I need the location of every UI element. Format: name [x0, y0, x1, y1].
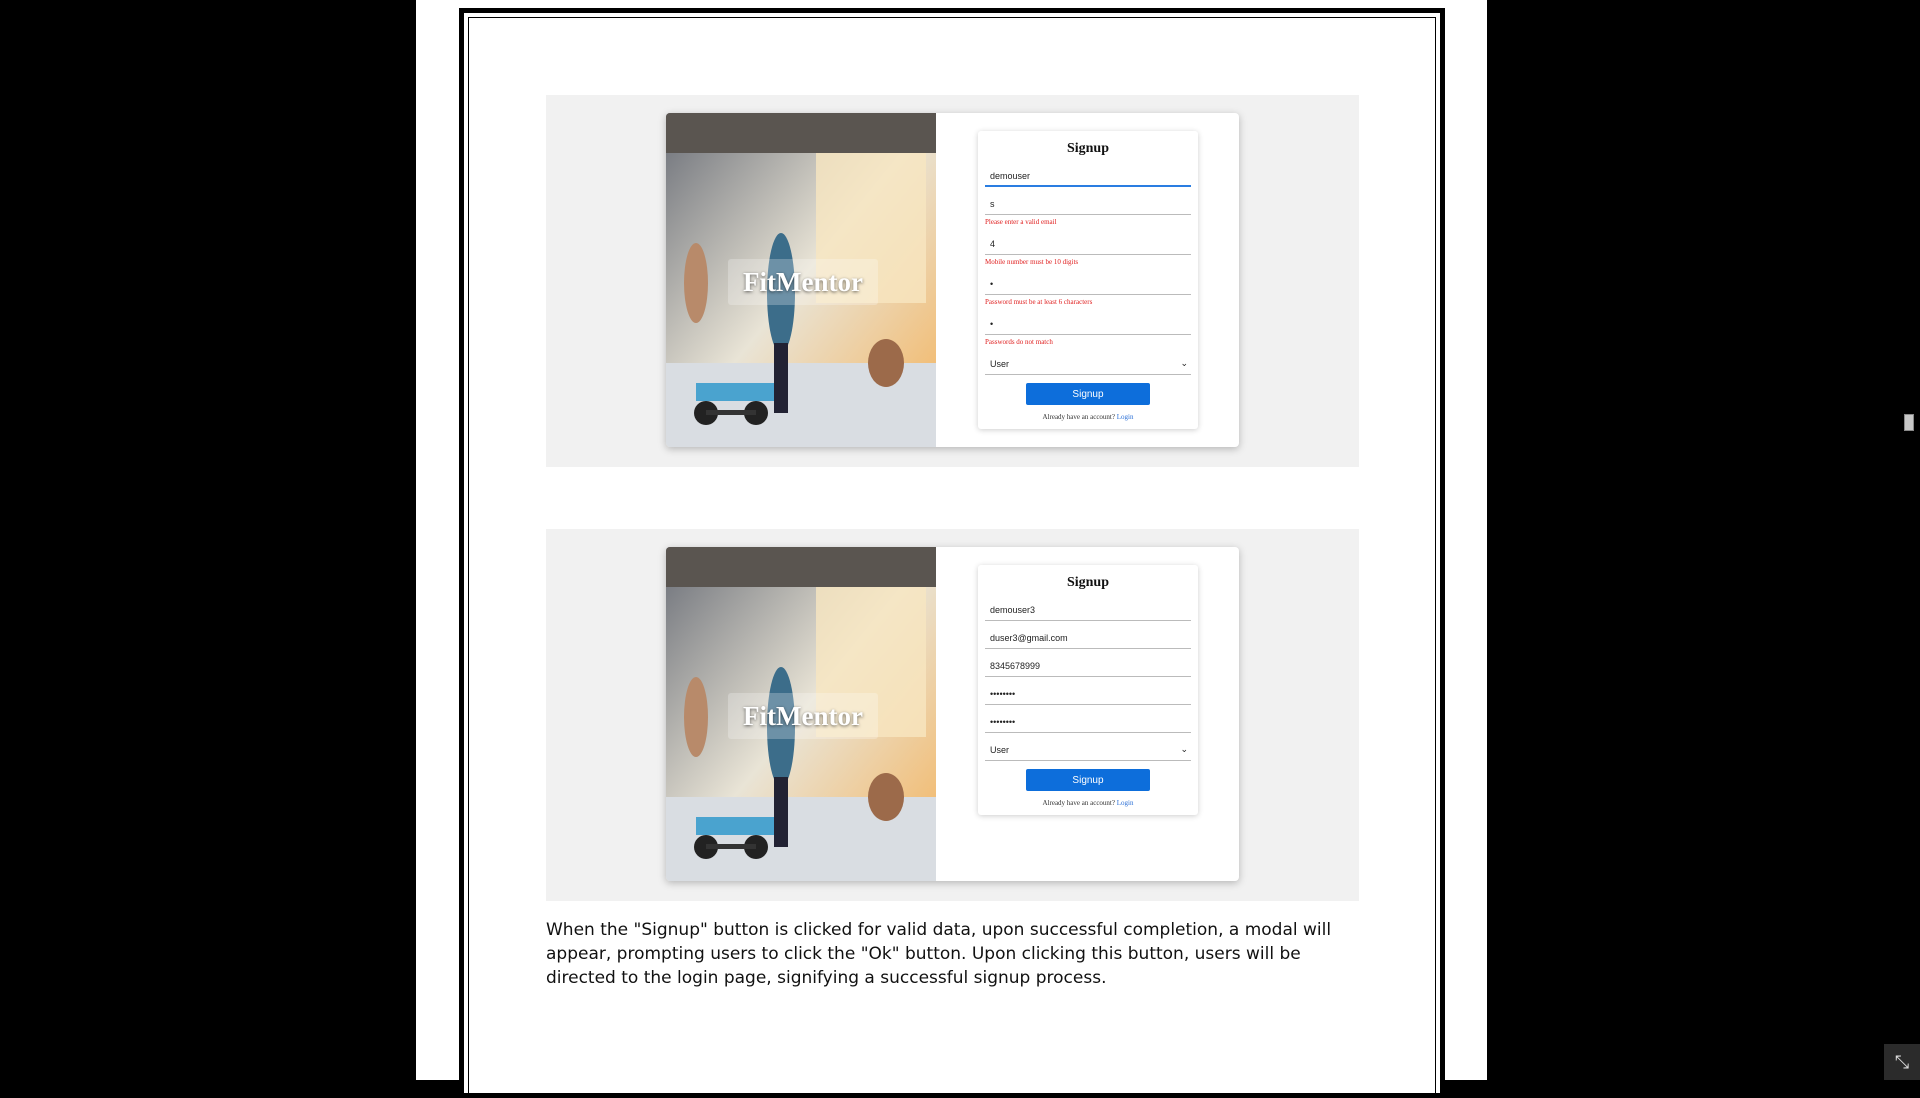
- login-prompt: Already have an account? Login: [985, 413, 1191, 421]
- role-select-value: User: [990, 745, 1010, 755]
- signup-form: Signup demouser s Please enter a valid e…: [978, 131, 1198, 429]
- role-select[interactable]: User ⌄: [985, 741, 1191, 761]
- email-field[interactable]: duser3@gmail.com: [985, 629, 1191, 649]
- login-prompt: Already have an account? Login: [985, 799, 1191, 807]
- vertical-scrollbar[interactable]: [1897, 0, 1920, 1080]
- signup-validation-screenshot: FitMentor Signup demouser s Please enter…: [546, 95, 1359, 467]
- role-select-value: User: [990, 359, 1010, 369]
- login-prompt-text: Already have an account?: [1042, 413, 1116, 421]
- signup-card: FitMentor Signup demouser3 duser3@gmail.…: [666, 547, 1239, 881]
- form-title: Signup: [1066, 141, 1110, 156]
- email-error: Please enter a valid email: [985, 218, 1057, 226]
- brand-logo: FitMentor: [728, 693, 878, 739]
- username-field[interactable]: demouser: [985, 167, 1191, 187]
- signup-button[interactable]: Signup: [1026, 769, 1150, 791]
- signup-card: FitMentor Signup demouser s Please enter…: [666, 113, 1239, 447]
- password-field[interactable]: ••••••••: [985, 685, 1191, 705]
- mobile-field[interactable]: 8345678999: [985, 657, 1191, 677]
- signup-button[interactable]: Signup: [1026, 383, 1150, 405]
- scrollbar-thumb[interactable]: [1904, 414, 1914, 431]
- signup-form: Signup demouser3 duser3@gmail.com 834567…: [978, 565, 1198, 815]
- confirm-password-field[interactable]: •: [985, 315, 1191, 335]
- description-paragraph: When the "Signup" button is clicked for …: [546, 920, 1332, 988]
- password-error: Password must be at least 6 characters: [985, 298, 1093, 306]
- login-link[interactable]: Login: [1117, 799, 1134, 807]
- gym-hero-image: FitMentor: [666, 547, 936, 881]
- gym-hero-image: FitMentor: [666, 113, 936, 447]
- chevron-down-icon: ⌄: [1180, 744, 1188, 754]
- chevron-down-icon: ⌄: [1180, 358, 1188, 368]
- login-prompt-text: Already have an account?: [1042, 799, 1116, 807]
- brand-logo: FitMentor: [728, 259, 878, 305]
- mobile-error: Mobile number must be 10 digits: [985, 258, 1079, 266]
- confirm-password-field[interactable]: ••••••••: [985, 713, 1191, 733]
- username-field[interactable]: demouser3: [985, 601, 1191, 621]
- confirm-password-error: Passwords do not match: [985, 338, 1053, 346]
- email-field[interactable]: s: [985, 195, 1191, 215]
- signup-valid-screenshot: FitMentor Signup demouser3 duser3@gmail.…: [546, 529, 1359, 901]
- role-select[interactable]: User ⌄: [985, 355, 1191, 375]
- exit-fullscreen-icon[interactable]: ⤡: [1884, 1044, 1920, 1080]
- mobile-field[interactable]: 4: [985, 235, 1191, 255]
- form-title: Signup: [1066, 575, 1110, 590]
- password-field[interactable]: •: [985, 275, 1191, 295]
- login-link[interactable]: Login: [1117, 413, 1134, 421]
